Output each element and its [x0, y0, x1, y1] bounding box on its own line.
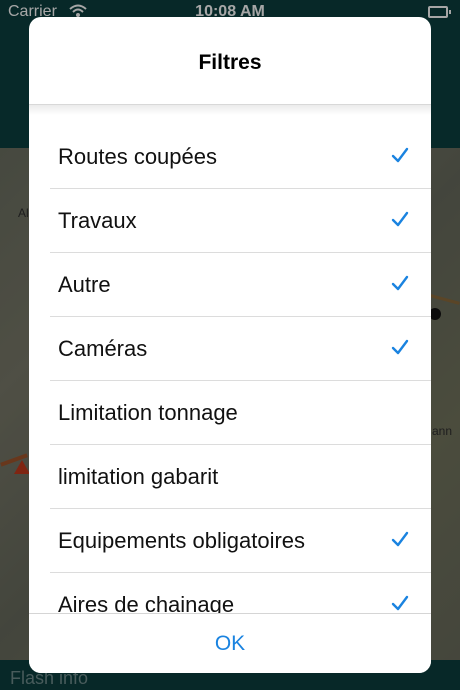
filter-row[interactable]: Routes coupées [50, 125, 431, 189]
checkmark-icon [391, 275, 409, 291]
checkmark-icon [391, 147, 409, 163]
filter-label: limitation gabarit [58, 464, 219, 489]
checkmark-icon [391, 211, 409, 227]
filter-label: Autre [58, 272, 111, 297]
divider-shadow [29, 105, 431, 115]
filter-row[interactable]: Autre [50, 253, 431, 317]
app-screen: Carrier 10:08 AM Al ann Flash info Filtr… [0, 0, 460, 690]
filter-row[interactable]: Travaux [50, 189, 431, 253]
checkmark-icon [391, 595, 409, 611]
filter-label: Equipements obligatoires [58, 528, 306, 553]
filter-label: Limitation tonnage [58, 400, 238, 425]
checkmark-icon [391, 531, 409, 547]
filter-label: Travaux [58, 208, 137, 233]
ok-button[interactable]: OK [29, 614, 431, 673]
filter-row[interactable]: limitation gabarit [50, 445, 431, 509]
filter-label: Routes coupées [58, 144, 217, 169]
dialog-title: Filtres [198, 51, 262, 74]
filter-list[interactable]: Routes coupées Travaux Autre Caméras Limitat… [29, 125, 431, 633]
filter-row[interactable]: Limitation tonnage [50, 381, 431, 445]
filter-label: Caméras [58, 336, 148, 361]
filters-dialog: Filtres Routes coupées Travaux Autre Caméra… [29, 17, 431, 673]
filter-row[interactable]: Equipements obligatoires [50, 509, 431, 573]
checkmark-icon [391, 339, 409, 355]
filter-row[interactable]: Caméras [50, 317, 431, 381]
